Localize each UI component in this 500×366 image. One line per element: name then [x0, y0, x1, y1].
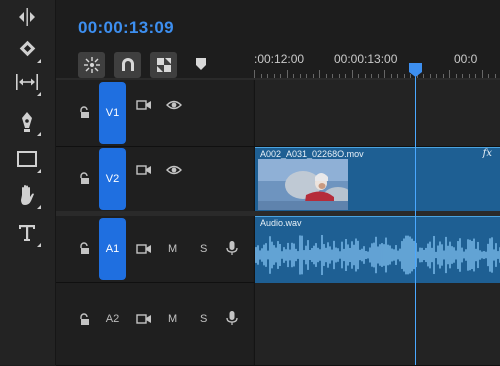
- linked-selection-icon: [156, 58, 171, 72]
- track-target-a2[interactable]: A2: [99, 311, 126, 327]
- nest-sequence-button[interactable]: [78, 52, 105, 78]
- video-clip[interactable]: A002_A031_02268O.mov fx: [255, 147, 500, 212]
- ruler-tick: [319, 70, 320, 78]
- track-area: V1 V2 A002_A031_02268O.mov fx A1 M S Aud…: [56, 80, 500, 366]
- sync-lock-icon[interactable]: [136, 162, 152, 178]
- solo-button[interactable]: S: [200, 313, 207, 325]
- mute-button[interactable]: M: [168, 313, 177, 325]
- fx-badge[interactable]: fx: [483, 148, 492, 159]
- pen-tool[interactable]: [10, 105, 44, 139]
- ruler-label: 00:0: [454, 52, 478, 66]
- track-header-a1: A1 M S: [56, 216, 253, 282]
- ruler-tick: [254, 70, 255, 78]
- track-select-icon: [19, 8, 35, 26]
- playhead-timecode[interactable]: 00:00:13:09: [78, 18, 174, 38]
- lock-open-icon[interactable]: [78, 313, 92, 327]
- clip-thumbnail: [258, 159, 348, 210]
- track-v2: V2 A002_A031_02268O.mov fx: [56, 147, 500, 212]
- solo-button[interactable]: S: [200, 243, 207, 255]
- microphone-icon[interactable]: [224, 310, 240, 326]
- track-lane-v2[interactable]: A002_A031_02268O.mov fx: [254, 147, 500, 212]
- snap-button[interactable]: [114, 52, 141, 78]
- audio-clip[interactable]: Audio.wav: [255, 216, 500, 283]
- hand-tool[interactable]: [10, 178, 44, 212]
- track-target-a1[interactable]: A1: [99, 218, 126, 280]
- track-header-v2: V2: [56, 147, 253, 211]
- track-target-v2[interactable]: V2: [99, 148, 126, 210]
- add-marker-icon[interactable]: [194, 57, 208, 71]
- ruler-tick: [351, 70, 353, 78]
- clip-name: A002_A031_02268O.mov: [260, 149, 364, 159]
- lock-open-icon[interactable]: [78, 172, 92, 186]
- eye-icon[interactable]: [166, 97, 182, 113]
- type-tool[interactable]: [10, 216, 44, 250]
- track-target-v1[interactable]: V1: [99, 82, 126, 144]
- playhead-line[interactable]: [415, 70, 416, 365]
- mute-button[interactable]: M: [168, 243, 177, 255]
- ruler-tick: [481, 70, 483, 78]
- lock-open-icon[interactable]: [78, 106, 92, 120]
- sync-lock-icon[interactable]: [136, 241, 152, 257]
- ruler-label: :00:12:00: [254, 52, 305, 66]
- eye-icon[interactable]: [166, 162, 182, 178]
- ruler-label: 00:00:13:00: [334, 52, 398, 66]
- track-header-a2: A2 M S: [56, 283, 253, 365]
- tools-panel: [0, 0, 56, 365]
- sync-lock-icon[interactable]: [136, 97, 152, 113]
- time-ruler[interactable]: :00:12:00 00:00:13:00 00:0: [254, 46, 500, 80]
- lock-open-icon[interactable]: [78, 242, 92, 256]
- track-v1: V1: [56, 80, 500, 147]
- magnet-icon: [121, 58, 134, 71]
- linked-selection-button[interactable]: [150, 52, 177, 78]
- rectangle-tool[interactable]: [10, 142, 44, 176]
- track-a2: A2 M S: [56, 283, 500, 366]
- ruler-tick: [286, 70, 288, 78]
- track-a1: A1 M S Audio.wav: [56, 216, 500, 283]
- nest-icon: [83, 57, 100, 73]
- sync-lock-icon[interactable]: [136, 311, 152, 327]
- track-select-tool[interactable]: [10, 0, 44, 34]
- microphone-icon[interactable]: [224, 240, 240, 256]
- ruler-tick: [449, 70, 450, 78]
- ruler-tick: [384, 70, 385, 78]
- ripple-edit-tool[interactable]: [10, 32, 44, 66]
- track-lane-a1[interactable]: Audio.wav: [254, 216, 500, 283]
- slip-tool[interactable]: [10, 65, 44, 99]
- audio-waveform: [255, 234, 500, 276]
- playhead-handle[interactable]: [409, 63, 422, 77]
- track-lane-v1[interactable]: [254, 80, 500, 146]
- track-lane-a2[interactable]: [254, 283, 500, 365]
- clip-name: Audio.wav: [260, 218, 302, 228]
- track-header-v1: V1: [56, 80, 253, 146]
- timeline-panel: 00:00:13:09 :00:12:00 00:00:13:00 00:0 V…: [56, 0, 500, 366]
